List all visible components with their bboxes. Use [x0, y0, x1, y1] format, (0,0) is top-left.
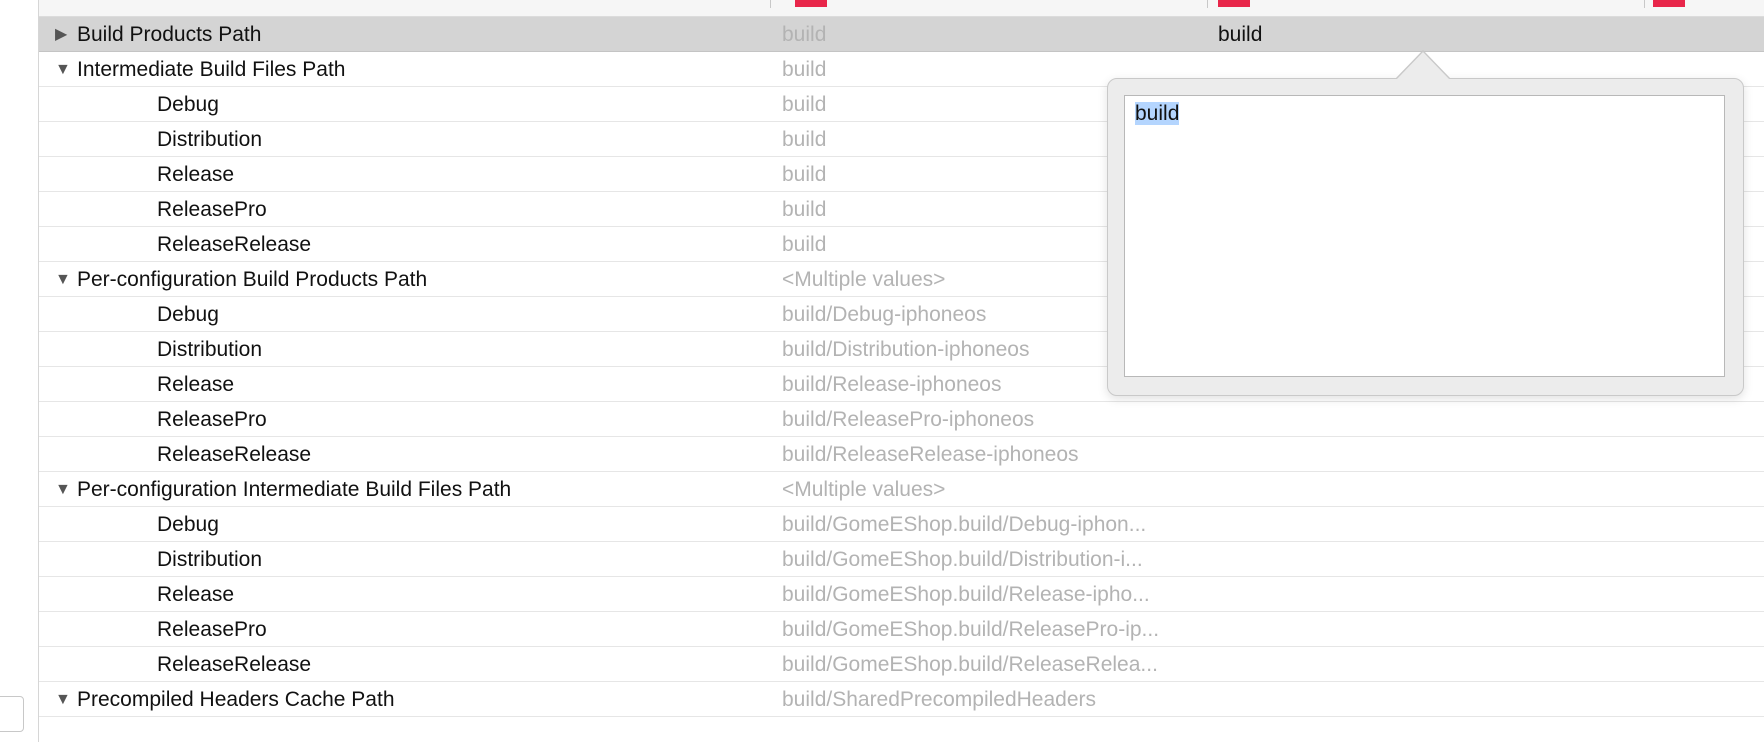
column-divider[interactable] — [770, 0, 771, 8]
setting-resolved-value[interactable]: build — [782, 157, 826, 193]
value-editor-popover: build — [1107, 78, 1744, 396]
setting-resolved-value[interactable]: build — [782, 17, 826, 53]
setting-config-row[interactable]: ReleaseRelease build/GomeEShop.build/Rele… — [39, 647, 1764, 682]
target-icon — [795, 0, 827, 7]
setting-name: Distribution — [157, 338, 263, 361]
setting-name: Precompiled Headers Cache Path — [77, 688, 395, 711]
popover-arrow-fill — [1396, 52, 1450, 80]
setting-resolved-value[interactable]: build/GomeEShop.build/Release-ipho... — [782, 577, 1150, 613]
setting-resolved-value[interactable]: build — [782, 87, 826, 123]
left-sidebar — [0, 0, 39, 742]
setting-resolved-value[interactable]: build — [782, 52, 826, 88]
setting-group-row[interactable]: ▼ Per-configuration Intermediate Build Fi… — [39, 472, 1764, 507]
setting-resolved-value[interactable]: build/ReleaseRelease-iphoneos — [782, 437, 1079, 473]
setting-target-value[interactable]: build — [1218, 17, 1262, 53]
setting-name: ReleasePro — [157, 198, 267, 221]
setting-name: Release — [157, 163, 235, 186]
setting-group-row[interactable]: ▼ Precompiled Headers Cache Path build/Sha… — [39, 682, 1764, 717]
setting-name: ReleaseRelease — [157, 653, 312, 676]
disclosure-collapsed-icon[interactable]: ▶ — [55, 17, 71, 52]
setting-name: Distribution — [157, 548, 263, 571]
setting-config-row[interactable]: ReleasePro build/GomeEShop.build/ReleaseP… — [39, 612, 1764, 647]
setting-name: Debug — [157, 93, 219, 116]
setting-resolved-value[interactable]: build/Distribution-iphoneos — [782, 332, 1029, 368]
setting-config-row[interactable]: Debug build/GomeEShop.build/Debug-iphon..… — [39, 507, 1764, 542]
setting-config-row[interactable]: Release build/GomeEShop.build/Release-iph… — [39, 577, 1764, 612]
setting-name: Intermediate Build Files Path — [77, 58, 346, 81]
setting-resolved-value[interactable]: <Multiple values> — [782, 262, 945, 298]
setting-name: Release — [157, 583, 235, 606]
setting-name: ReleaseRelease — [157, 443, 312, 466]
value-editor-textarea[interactable]: build — [1124, 95, 1725, 377]
column-divider[interactable] — [1644, 0, 1645, 8]
setting-resolved-value[interactable]: build/Debug-iphoneos — [782, 297, 986, 333]
disclosure-expanded-icon[interactable]: ▼ — [55, 682, 71, 717]
setting-name: ReleasePro — [157, 618, 267, 641]
setting-name: ReleasePro — [157, 408, 267, 431]
setting-name: Per-configuration Build Products Path — [77, 268, 428, 291]
setting-resolved-value[interactable]: <Multiple values> — [782, 472, 945, 508]
column-divider[interactable] — [1207, 0, 1208, 8]
disclosure-expanded-icon[interactable]: ▼ — [55, 52, 71, 87]
setting-resolved-value[interactable]: build — [782, 227, 826, 263]
setting-name: ReleaseRelease — [157, 233, 312, 256]
setting-name: Release — [157, 373, 235, 396]
setting-resolved-value[interactable]: build/GomeEShop.build/ReleaseRelea... — [782, 647, 1158, 683]
setting-config-row[interactable]: Distribution build/GomeEShop.build/Distri… — [39, 542, 1764, 577]
setting-name: Debug — [157, 303, 219, 326]
setting-config-row[interactable]: ReleasePro build/ReleasePro-iphoneos — [39, 402, 1764, 437]
column-header — [39, 0, 1764, 17]
setting-group-row[interactable]: ▶ Build Products Path build build — [39, 17, 1764, 52]
setting-resolved-value[interactable]: build — [782, 122, 826, 158]
target-icon — [1653, 0, 1685, 7]
disclosure-expanded-icon[interactable]: ▼ — [55, 262, 71, 297]
setting-resolved-value[interactable]: build/ReleasePro-iphoneos — [782, 402, 1034, 438]
disclosure-expanded-icon[interactable]: ▼ — [55, 472, 71, 507]
setting-resolved-value[interactable]: build/SharedPrecompiledHeaders — [782, 682, 1096, 718]
setting-resolved-value[interactable]: build/GomeEShop.build/ReleasePro-ip... — [782, 612, 1159, 648]
setting-name: Distribution — [157, 128, 263, 151]
setting-resolved-value[interactable]: build/Release-iphoneos — [782, 367, 1002, 403]
setting-name: Build Products Path — [77, 23, 262, 46]
sidebar-filter-field[interactable] — [0, 696, 24, 732]
selected-text: build — [1135, 102, 1180, 125]
setting-name: Per-configuration Intermediate Build Fil… — [77, 478, 512, 501]
setting-resolved-value[interactable]: build — [782, 192, 826, 228]
setting-resolved-value[interactable]: build/GomeEShop.build/Distribution-i... — [782, 542, 1143, 578]
target-icon — [1218, 0, 1250, 7]
setting-resolved-value[interactable]: build/GomeEShop.build/Debug-iphon... — [782, 507, 1146, 543]
setting-name: Debug — [157, 513, 219, 536]
setting-config-row[interactable]: ReleaseRelease build/ReleaseRelease-iphon… — [39, 437, 1764, 472]
